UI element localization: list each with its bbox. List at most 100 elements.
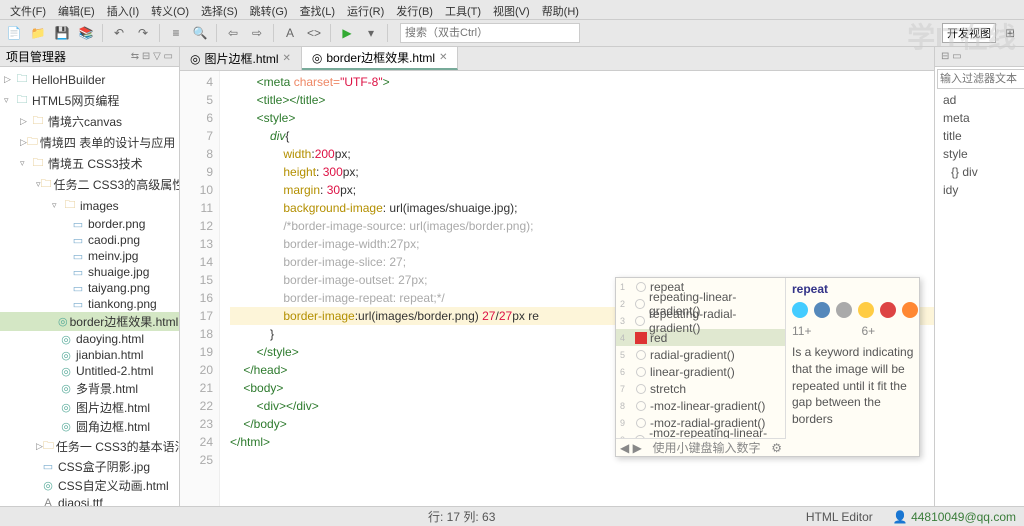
dropdown-icon[interactable]: ▾ bbox=[361, 23, 381, 43]
run-icon[interactable]: ▶ bbox=[337, 23, 357, 43]
panel-tools[interactable]: ⇆ ⊟ ▽ ▭ bbox=[131, 51, 173, 62]
filter-input[interactable] bbox=[937, 69, 1024, 89]
outline-panel: ⊟ ▭ ad meta title style {} div idy bbox=[934, 47, 1024, 506]
autocomplete-list[interactable]: 1repeat 2repeating-linear-gradient() 3re… bbox=[616, 278, 786, 438]
menu-tools[interactable]: 工具(T) bbox=[439, 2, 487, 17]
save-icon[interactable]: 💾 bbox=[52, 23, 72, 43]
menu-edit[interactable]: 编辑(E) bbox=[52, 2, 101, 17]
ac-footer: ◀ ▶使用小键盘输入数字⚙ bbox=[616, 438, 786, 456]
ac-item[interactable]: 7stretch bbox=[616, 380, 785, 397]
tree-folder[interactable]: ▿🗀任务二 CSS3的高级属性 bbox=[0, 174, 179, 195]
text-size-icon[interactable]: A bbox=[280, 23, 300, 43]
tag-icon[interactable]: <> bbox=[304, 23, 324, 43]
tree-file-selected[interactable]: ◎border边框效果.html bbox=[0, 312, 179, 331]
toolbar: 📄 📁 💾 📚 ↶ ↷ ≡ 🔍 ⇦ ⇨ A <> ▶ ▾ 开发视图 ⊞ bbox=[0, 20, 1024, 47]
tree-file[interactable]: ◎圆角边框.html bbox=[0, 417, 179, 436]
undo-icon[interactable]: ↶ bbox=[109, 23, 129, 43]
doc-title: repeat bbox=[792, 282, 918, 296]
redo-icon[interactable]: ↷ bbox=[133, 23, 153, 43]
ac-item[interactable]: 8-moz-linear-gradient() bbox=[616, 397, 785, 414]
outline-item[interactable]: {} div bbox=[935, 163, 1024, 181]
tree-file[interactable]: ◎jianbian.html bbox=[0, 347, 179, 363]
gear-icon[interactable]: ⚙ bbox=[771, 441, 782, 455]
project-explorer: 项目管理器 ⇆ ⊟ ▽ ▭ ▷🗀HelloHBuilder ▿🗀HTML5网页编… bbox=[0, 47, 180, 506]
menu-file[interactable]: 文件(F) bbox=[4, 2, 52, 17]
ac-item[interactable]: 5radial-gradient() bbox=[616, 346, 785, 363]
tree-file[interactable]: Adiaosi.ttf bbox=[0, 495, 179, 506]
status-user[interactable]: 👤 44810049@qq.com bbox=[893, 510, 1016, 524]
autocomplete-popup: 1repeat 2repeating-linear-gradient() 3re… bbox=[615, 277, 920, 457]
menu-goto[interactable]: 跳转(G) bbox=[244, 2, 294, 17]
separator bbox=[387, 24, 388, 42]
menu-select[interactable]: 选择(S) bbox=[195, 2, 244, 17]
menu-run[interactable]: 运行(R) bbox=[341, 2, 390, 17]
tree-folder[interactable]: ▿🗀情境五 CSS3技术 bbox=[0, 153, 179, 174]
menubar: 文件(F) 编辑(E) 插入(I) 转义(O) 选择(S) 跳转(G) 查找(L… bbox=[0, 0, 1024, 20]
tree-file[interactable]: ▭border.png bbox=[0, 216, 179, 232]
forward-icon[interactable]: ⇨ bbox=[247, 23, 267, 43]
tree-folder[interactable]: ▷🗀情境四 表单的设计与应用 bbox=[0, 132, 179, 153]
tree-file[interactable]: ▭tiankong.png bbox=[0, 296, 179, 312]
ac-item[interactable]: 6linear-gradient() bbox=[616, 363, 785, 380]
tree-file[interactable]: ▭shuaige.jpg bbox=[0, 264, 179, 280]
tab-active[interactable]: ◎border边框效果.html✕ bbox=[302, 47, 459, 70]
outline-item[interactable]: meta bbox=[935, 109, 1024, 127]
statusbar: 行: 17 列: 63 HTML Editor 👤 44810049@qq.co… bbox=[0, 506, 1024, 526]
outline-item[interactable]: title bbox=[935, 127, 1024, 145]
outline-item[interactable]: style bbox=[935, 145, 1024, 163]
tree-project[interactable]: ▿🗀HTML5网页编程 bbox=[0, 90, 179, 111]
tree-folder[interactable]: ▷🗀情境六canvas bbox=[0, 111, 179, 132]
separator bbox=[273, 24, 274, 42]
web-icon: ◎ bbox=[312, 51, 322, 65]
ac-item[interactable]: 3repeating-radial-gradient() bbox=[616, 312, 785, 329]
tree-project[interactable]: ▷🗀HelloHBuilder bbox=[0, 69, 179, 90]
outline-list[interactable]: ad meta title style {} div idy bbox=[935, 91, 1024, 199]
menu-insert[interactable]: 插入(I) bbox=[101, 2, 145, 17]
separator bbox=[159, 24, 160, 42]
menu-publish[interactable]: 发行(B) bbox=[390, 2, 439, 17]
outline-item[interactable]: ad bbox=[935, 91, 1024, 109]
tree-folder[interactable]: ▿🗀images bbox=[0, 195, 179, 216]
find-icon[interactable]: 🔍 bbox=[190, 23, 210, 43]
ac-item[interactable]: 0-moz-repeating-linear-gr... bbox=[616, 431, 785, 438]
status-editor: HTML Editor bbox=[806, 510, 873, 524]
tree-file[interactable]: ◎Untitled-2.html bbox=[0, 363, 179, 379]
project-tree[interactable]: ▷🗀HelloHBuilder ▿🗀HTML5网页编程 ▷🗀情境六canvas … bbox=[0, 67, 179, 506]
tab[interactable]: ◎图片边框.html✕ bbox=[180, 47, 302, 70]
new-file-icon[interactable]: 📄 bbox=[4, 23, 24, 43]
tree-file[interactable]: ▭CSS盒子阴影.jpg bbox=[0, 457, 179, 476]
tree-file[interactable]: ▭caodi.png bbox=[0, 232, 179, 248]
open-icon[interactable]: 📁 bbox=[28, 23, 48, 43]
panel-title: 项目管理器 bbox=[6, 48, 66, 65]
tree-file[interactable]: ◎daoying.html bbox=[0, 331, 179, 347]
tree-file[interactable]: ◎图片边框.html bbox=[0, 398, 179, 417]
close-icon[interactable]: ✕ bbox=[283, 53, 291, 64]
doc-text: Is a keyword indicating that the image w… bbox=[792, 344, 918, 428]
tree-folder[interactable]: ▷🗀任务一 CSS3的基本语法 bbox=[0, 436, 179, 457]
web-icon: ◎ bbox=[190, 52, 200, 66]
browser-support bbox=[792, 302, 918, 318]
menu-convert[interactable]: 转义(O) bbox=[145, 2, 195, 17]
tree-file[interactable]: ◎CSS自定义动画.html bbox=[0, 476, 179, 495]
separator bbox=[330, 24, 331, 42]
menu-view[interactable]: 视图(V) bbox=[487, 2, 536, 17]
separator bbox=[102, 24, 103, 42]
format-icon[interactable]: ≡ bbox=[166, 23, 186, 43]
outline-item[interactable]: idy bbox=[935, 181, 1024, 199]
search-input[interactable] bbox=[400, 23, 580, 43]
save-all-icon[interactable]: 📚 bbox=[76, 23, 96, 43]
tree-file[interactable]: ▭taiyang.png bbox=[0, 280, 179, 296]
menu-help[interactable]: 帮助(H) bbox=[536, 2, 585, 17]
back-icon[interactable]: ⇦ bbox=[223, 23, 243, 43]
panel-header: 项目管理器 ⇆ ⊟ ▽ ▭ bbox=[0, 47, 179, 67]
watermark: 学IT在线 bbox=[907, 16, 1016, 56]
menu-find[interactable]: 查找(L) bbox=[294, 2, 341, 17]
close-icon[interactable]: ✕ bbox=[439, 52, 447, 63]
autocomplete-doc: repeat 11+6+ Is a keyword indicating tha… bbox=[786, 278, 924, 456]
line-gutter: 45678910111213141516171819202122232425 bbox=[180, 71, 220, 506]
tree-file[interactable]: ▭meinv.jpg bbox=[0, 248, 179, 264]
editor-tabs: ◎图片边框.html✕ ◎border边框效果.html✕ bbox=[180, 47, 934, 71]
separator bbox=[216, 24, 217, 42]
status-position: 行: 17 列: 63 bbox=[428, 508, 495, 525]
tree-file[interactable]: ◎多背景.html bbox=[0, 379, 179, 398]
